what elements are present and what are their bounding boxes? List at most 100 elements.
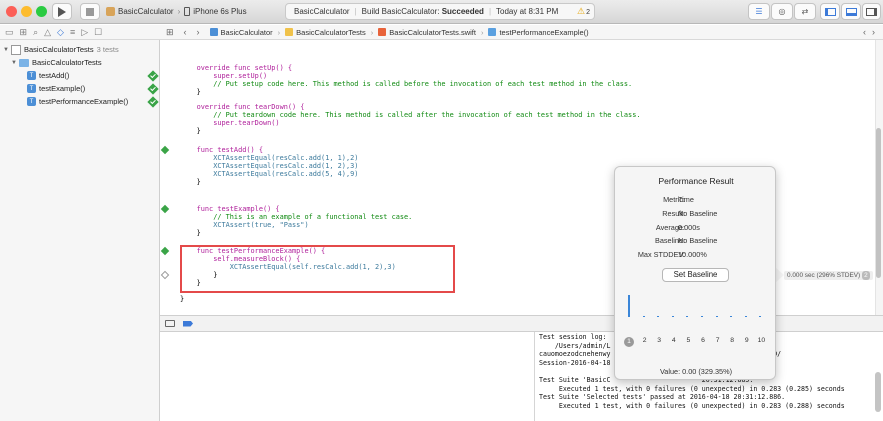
test-plan-row[interactable]: ▼ BasicCalculatorTests 3 tests — [0, 43, 160, 56]
iteration-tick[interactable]: 2 — [639, 337, 651, 344]
test-bundle-row[interactable]: ▼ BasicCalculatorTests — [0, 56, 160, 69]
status-divider: | — [354, 7, 357, 16]
disclosure-triangle-icon[interactable]: ▼ — [11, 60, 19, 66]
stop-icon — [86, 7, 94, 16]
result-value: No Baseline — [678, 209, 718, 218]
iteration-tick[interactable]: 10 — [755, 337, 767, 344]
iteration-bar — [759, 315, 762, 317]
iteration-tick[interactable]: 4 — [668, 337, 680, 344]
performance-test-highlight — [180, 245, 455, 293]
inline-performance-result[interactable]: 0.000 sec (296% STDEV) 2 — [784, 271, 873, 280]
status-build-result: Succeeded — [441, 7, 484, 16]
passed-icon[interactable] — [147, 95, 159, 108]
symbol-icon[interactable]: ⊞ — [20, 27, 28, 38]
report-icon[interactable]: ☐ — [94, 27, 102, 38]
code-line: } — [180, 295, 184, 303]
breadcrumb-method[interactable]: testPerformanceExample() — [499, 28, 588, 37]
right-panel-icon — [866, 7, 877, 16]
breakpoints-active-icon[interactable] — [183, 320, 193, 327]
toggle-debug-button[interactable] — [841, 3, 861, 20]
minimize-window-button[interactable] — [21, 6, 32, 17]
warning-icon[interactable]: ⚠2 — [577, 6, 590, 17]
code-text: XCTAssert(true, "Pass") — [180, 221, 309, 229]
variables-view[interactable] — [160, 332, 535, 421]
zoom-window-button[interactable] — [36, 6, 47, 17]
nav-item-label: testExample() — [39, 84, 86, 93]
chevron-right-icon[interactable]: › — [872, 27, 875, 37]
version-editor-button[interactable]: ⇄ — [794, 3, 816, 20]
code-line: } — [180, 229, 201, 237]
chevron-right-icon: › — [177, 7, 181, 16]
issue-icon[interactable]: △ — [44, 27, 51, 38]
nav-item-label: BasicCalculatorTests — [24, 45, 94, 54]
breadcrumb-group[interactable]: BasicCalculatorTests — [296, 28, 366, 37]
iteration-bar — [628, 295, 630, 317]
chevron-right-icon: › — [480, 27, 484, 37]
method-icon — [488, 28, 497, 36]
run-button[interactable] — [52, 3, 72, 20]
folder-icon — [285, 28, 294, 36]
code-text: XCTAssertEqual(resCalc.add(5, 4),9) — [180, 170, 359, 178]
code-text: } — [180, 178, 201, 186]
back-arrow-icon[interactable]: ‹ — [184, 27, 187, 37]
hide-debug-area-icon[interactable] — [165, 320, 175, 327]
iteration-bar — [715, 315, 718, 317]
iteration-value: Value: 0.00 (329.35%) — [659, 367, 733, 376]
test-method-icon: T — [27, 71, 36, 80]
chevron-right-icon: › — [370, 27, 374, 37]
chevron-left-icon[interactable]: ‹ — [863, 27, 866, 37]
disclosure-triangle-icon[interactable]: ▼ — [3, 47, 11, 53]
standard-editor-button[interactable]: ☰ — [748, 3, 770, 20]
status-divider: | — [488, 7, 492, 16]
code-text: func testAdd() { — [180, 146, 263, 154]
close-window-button[interactable] — [6, 6, 17, 17]
breadcrumb-file[interactable]: BasicCalculatorTests.swift — [389, 28, 476, 37]
project-file-icon — [209, 28, 218, 36]
inline-result-text: 0.000 sec (296% STDEV) — [787, 272, 861, 279]
warning-count: 2 — [586, 9, 590, 16]
code-text: } — [180, 88, 201, 96]
debug-icon[interactable]: ≡ — [70, 27, 75, 37]
breadcrumb-project[interactable]: BasicCalculator — [221, 28, 273, 37]
breakpoint-icon[interactable]: ▷ — [81, 27, 88, 38]
console-scroll-thumb[interactable] — [875, 372, 881, 412]
nav-item-detail: 3 tests — [96, 45, 119, 54]
iteration-bar — [730, 315, 733, 317]
editor-scroll-thumb[interactable] — [876, 128, 881, 278]
test-row-testexample[interactable]: T testExample() — [0, 82, 160, 95]
iteration-tick[interactable]: 3 — [653, 337, 665, 344]
code-comment: // This is an example of a functional te… — [180, 213, 413, 221]
forward-arrow-icon[interactable]: › — [197, 27, 200, 37]
iteration-bar — [744, 315, 747, 317]
code-comment: // Put setup code here. This method is c… — [180, 80, 633, 88]
bottom-panel-icon — [845, 7, 857, 16]
stop-button[interactable] — [80, 3, 100, 20]
passed-icon[interactable] — [147, 82, 159, 95]
scheme-selector[interactable]: BasicCalculator › iPhone 6s Plus — [106, 3, 247, 20]
toggle-navigator-button[interactable] — [820, 3, 840, 20]
iteration-bar — [701, 315, 703, 317]
iteration-tick[interactable]: 9 — [741, 337, 753, 344]
iteration-tick[interactable]: 1 — [624, 337, 634, 347]
toggle-utilities-button[interactable] — [862, 3, 881, 20]
iteration-bar — [686, 315, 689, 317]
test-method-icon: T — [27, 84, 36, 93]
test-row-testperformance[interactable]: T testPerformanceExample() — [0, 95, 160, 108]
test-row-testadd[interactable]: T testAdd() — [0, 69, 160, 82]
folder-icon[interactable]: ▭ — [5, 27, 14, 38]
iteration-tick[interactable]: 8 — [726, 337, 738, 344]
passed-icon[interactable] — [147, 69, 159, 82]
search-icon[interactable]: ⌕ — [33, 27, 38, 38]
test-navigator-icon[interactable]: ◇ — [57, 27, 64, 38]
iteration-tick[interactable]: 6 — [697, 337, 709, 344]
iteration-tick[interactable]: 5 — [682, 337, 694, 344]
set-baseline-button[interactable]: Set Baseline — [662, 268, 729, 282]
navigator-selector-bar: ▭ ⊞ ⌕ △ ◇ ≡ ▷ ☐ — [0, 25, 160, 40]
popover-arrow — [776, 268, 784, 282]
code-text: override func setUp() { — [180, 64, 293, 72]
iteration-tick[interactable]: 7 — [712, 337, 724, 344]
related-items-icon[interactable]: ⊞ — [166, 27, 174, 38]
code-line: } — [180, 88, 201, 96]
assistant-editor-button[interactable]: ◎ — [771, 3, 793, 20]
nav-item-label: BasicCalculatorTests — [32, 58, 102, 67]
